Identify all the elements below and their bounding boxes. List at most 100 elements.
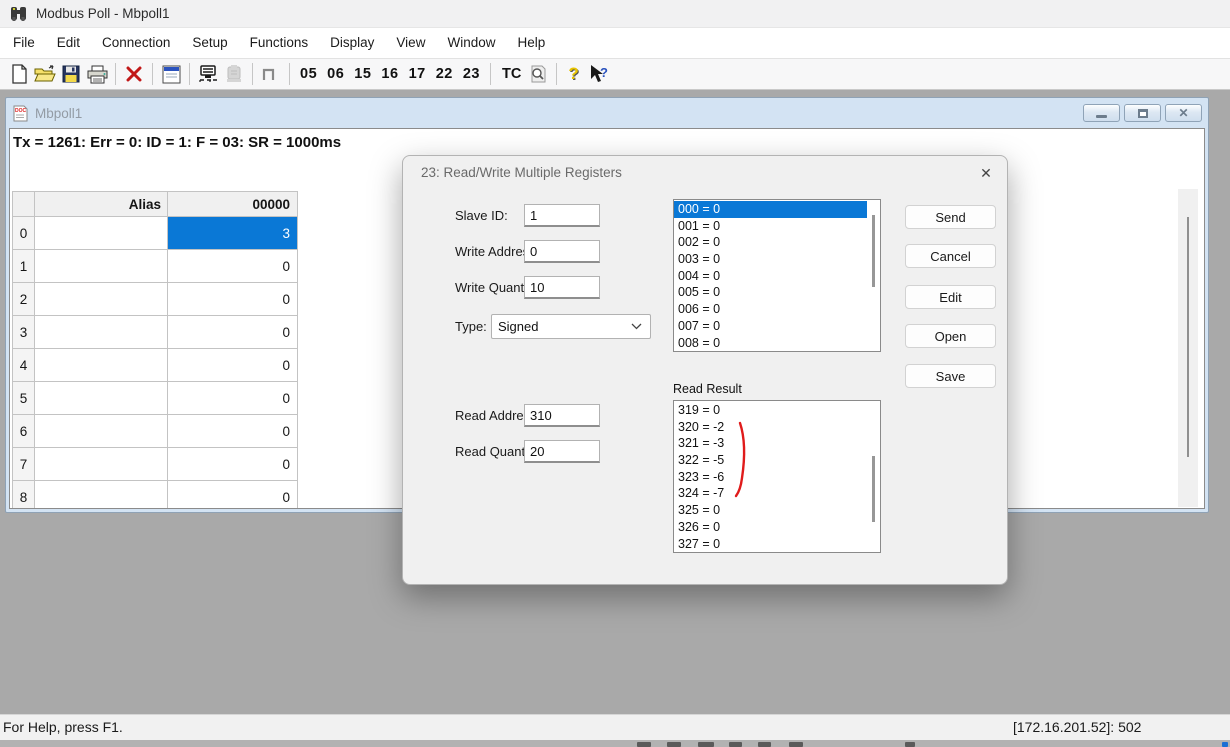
help-icon[interactable]: ? (568, 64, 578, 84)
menu-window[interactable]: Window (436, 28, 506, 58)
func-17-button[interactable]: 17 (409, 66, 426, 82)
menu-edit[interactable]: Edit (46, 28, 91, 58)
menu-functions[interactable]: Functions (239, 28, 320, 58)
menu-setup[interactable]: Setup (181, 28, 238, 58)
alias-cell[interactable] (35, 448, 168, 481)
read-result-item[interactable]: 319 = 0 (674, 402, 867, 419)
alias-cell[interactable] (35, 481, 168, 509)
write-quantity-input[interactable] (524, 276, 600, 299)
read-result-item[interactable]: 324 = -7 (674, 485, 867, 502)
alias-cell[interactable] (35, 250, 168, 283)
read-quantity-input[interactable] (524, 440, 600, 463)
test-center-button[interactable]: TC (502, 66, 521, 82)
alias-cell[interactable] (35, 349, 168, 382)
read-result-item[interactable]: 323 = -6 (674, 469, 867, 486)
row-header[interactable]: 2 (12, 283, 35, 316)
alias-cell[interactable] (35, 382, 168, 415)
alias-cell[interactable] (35, 316, 168, 349)
new-file-icon[interactable] (6, 61, 32, 87)
write-register-item[interactable]: 008 = 0 (674, 335, 867, 352)
value-cell[interactable]: 0 (168, 382, 298, 415)
write-register-item-selected[interactable]: 000 = 0 (674, 201, 867, 218)
slave-id-input[interactable] (524, 204, 600, 227)
read-result-item[interactable]: 325 = 0 (674, 502, 867, 519)
edit-button[interactable]: Edit (905, 285, 996, 309)
alias-column-header[interactable]: Alias (35, 191, 168, 217)
grid-row-3: 3 0 (12, 316, 298, 349)
open-file-icon[interactable] (32, 61, 58, 87)
row-header[interactable]: 5 (12, 382, 35, 415)
zoom-document-icon[interactable] (525, 61, 551, 87)
write-register-item[interactable]: 006 = 0 (674, 301, 867, 318)
window-title: Modbus Poll - Mbpoll1 (36, 6, 170, 21)
value-cell[interactable]: 0 (168, 349, 298, 382)
menu-file[interactable]: File (2, 28, 46, 58)
menu-connection[interactable]: Connection (91, 28, 181, 58)
cancel-button[interactable]: Cancel (905, 244, 996, 268)
write-address-input[interactable] (524, 240, 600, 263)
vertical-scrollbar[interactable] (1178, 189, 1198, 507)
func-16-button[interactable]: 16 (381, 66, 398, 82)
read-result-item[interactable]: 326 = 0 (674, 519, 867, 536)
listbox-scrollbar-thumb[interactable] (872, 215, 875, 287)
scrollbar-thumb[interactable] (1187, 217, 1189, 457)
menu-help[interactable]: Help (506, 28, 556, 58)
print-icon[interactable] (84, 61, 110, 87)
alias-cell[interactable] (35, 283, 168, 316)
read-result-item[interactable]: 321 = -3 (674, 435, 867, 452)
read-result-item[interactable]: 327 = 0 (674, 536, 867, 553)
communication-traffic-icon[interactable] (195, 61, 221, 87)
send-button[interactable]: Send (905, 205, 996, 229)
write-register-item[interactable]: 004 = 0 (674, 268, 867, 285)
row-header[interactable]: 7 (12, 448, 35, 481)
type-dropdown[interactable]: Signed (491, 314, 651, 339)
row-header[interactable]: 6 (12, 415, 35, 448)
value-column-header[interactable]: 00000 (168, 191, 298, 217)
write-register-item[interactable]: 002 = 0 (674, 234, 867, 251)
func-06-button[interactable]: 06 (327, 66, 344, 82)
write-register-item[interactable]: 007 = 0 (674, 318, 867, 335)
restore-button[interactable] (1124, 104, 1161, 122)
func-23-button[interactable]: 23 (463, 66, 480, 82)
row-header[interactable]: 0 (12, 217, 35, 250)
write-register-item[interactable]: 003 = 0 (674, 251, 867, 268)
menu-display[interactable]: Display (319, 28, 385, 58)
row-header[interactable]: 8 (12, 481, 35, 509)
mbpoll-titlebar[interactable]: DOC Mbpoll1 ✕ (6, 98, 1208, 128)
alias-cell[interactable] (35, 217, 168, 250)
delete-icon[interactable] (121, 61, 147, 87)
poll-definition-icon[interactable] (158, 61, 184, 87)
value-cell[interactable]: 0 (168, 415, 298, 448)
context-help-icon[interactable]: ? (585, 61, 611, 87)
value-cell[interactable]: 0 (168, 250, 298, 283)
open-button[interactable]: Open (905, 324, 996, 348)
value-cell[interactable]: 0 (168, 316, 298, 349)
menu-view[interactable]: View (385, 28, 436, 58)
func-15-button[interactable]: 15 (354, 66, 371, 82)
write-register-item[interactable]: 001 = 0 (674, 218, 867, 235)
row-header[interactable]: 4 (12, 349, 35, 382)
func-22-button[interactable]: 22 (436, 66, 453, 82)
read-address-input[interactable] (524, 404, 600, 427)
read-result-item[interactable]: 320 = -2 (674, 419, 867, 436)
save-icon[interactable] (58, 61, 84, 87)
read-result-listbox[interactable]: 319 = 0 320 = -2 321 = -3 322 = -5 323 =… (673, 400, 881, 553)
value-cell[interactable]: 0 (168, 481, 298, 509)
row-header[interactable]: 3 (12, 316, 35, 349)
value-cell-selected[interactable]: 3 (168, 217, 298, 250)
save-button[interactable]: Save (905, 364, 996, 388)
func-05-button[interactable]: 05 (300, 66, 317, 82)
close-button[interactable]: ✕ (1165, 104, 1202, 122)
value-cell[interactable]: 0 (168, 283, 298, 316)
row-header[interactable]: 1 (12, 250, 35, 283)
cropped-icon (758, 742, 771, 747)
value-cell[interactable]: 0 (168, 448, 298, 481)
minimize-button[interactable] (1083, 104, 1120, 122)
listbox-scrollbar-thumb[interactable] (872, 456, 875, 522)
write-registers-listbox[interactable]: 000 = 0 001 = 0 002 = 0 003 = 0 004 = 0 … (673, 199, 881, 352)
toolbar-separator (490, 63, 491, 85)
write-register-item[interactable]: 005 = 0 (674, 284, 867, 301)
alias-cell[interactable] (35, 415, 168, 448)
read-result-item[interactable]: 322 = -5 (674, 452, 867, 469)
dialog-close-icon[interactable]: ✕ (975, 162, 997, 184)
